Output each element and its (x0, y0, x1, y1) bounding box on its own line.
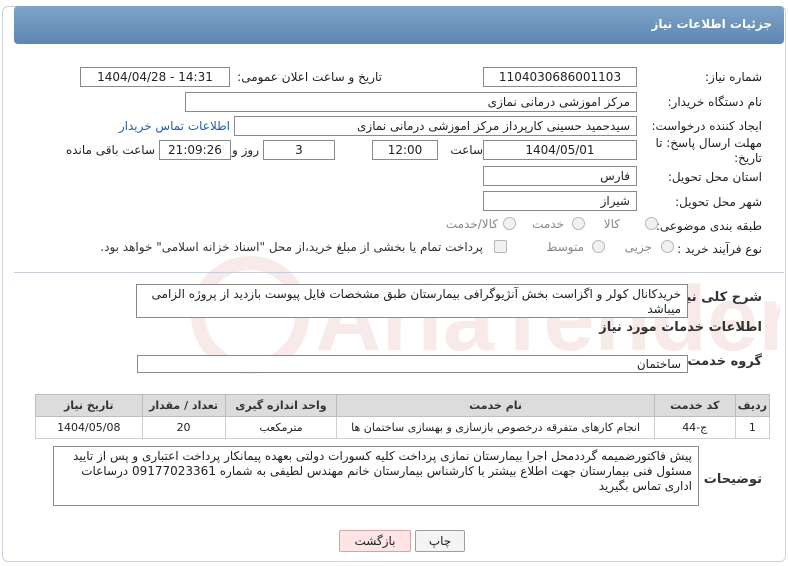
cell-row: 1 (734, 416, 771, 439)
province-label: استان محل تحویل: (667, 170, 762, 184)
page-header: جزئیات اطلاعات نیاز (14, 6, 784, 44)
service-group-label: گروه خدمت: (682, 354, 762, 369)
col-service-code: کد خدمت (653, 394, 736, 417)
deadline-label: مهلت ارسال پاسخ: تا تاریخ: (655, 136, 762, 165)
process-option-medium: متوسط (546, 240, 584, 254)
category-radio-goods[interactable] (645, 217, 658, 230)
treasury-payment-checkbox[interactable] (494, 240, 507, 253)
remaining-time-label: ساعت باقی مانده (65, 143, 155, 157)
col-row: ردیف (734, 394, 771, 417)
cell-need-date: 1404/05/08 (35, 416, 143, 439)
treasury-payment-note: پرداخت تمام یا بخشی از مبلغ خرید،از محل … (100, 240, 483, 254)
announce-label: تاریخ و ساعت اعلان عمومی: (237, 70, 382, 84)
table-header-row: ردیف کد خدمت نام خدمت واحد اندازه گیری ت… (35, 394, 771, 417)
category-option-goods-service: کالا/خدمت (445, 217, 498, 231)
cell-quantity: 20 (141, 416, 226, 439)
remaining-time-field: 21:09:26 (159, 140, 231, 160)
category-label: طبقه بندی موضوعی: (655, 219, 762, 233)
deadline-date-field: 1404/05/01 (483, 140, 637, 160)
days-label: روز و (232, 143, 259, 157)
category-radio-goods-service[interactable] (503, 217, 516, 230)
buyer-contact-link[interactable]: اطلاعات تماس خریدار (119, 119, 230, 133)
col-need-date: تاریخ نیاز (35, 394, 143, 417)
category-option-service: خدمت (532, 217, 564, 231)
need-number-field: 1104030686001103 (483, 67, 637, 87)
col-quantity: تعداد / مقدار (141, 394, 226, 417)
section-divider (14, 272, 784, 273)
process-radio-minor[interactable] (661, 240, 674, 253)
deadline-time-label: ساعت (450, 143, 483, 157)
cell-service-name: انجام کارهای متفرقه درخصوص بازسازی و بهس… (336, 416, 655, 439)
description-textarea: خریدکانال کولر و اگزاست بخش آنژیوگرافی ب… (136, 284, 688, 318)
back-button[interactable]: بازگشت (339, 530, 411, 552)
need-number-label: شماره نیاز: (705, 70, 762, 84)
services-section-title: اطلاعات خدمات مورد نیاز (599, 320, 762, 335)
buyer-org-field: مرکز اموزشی درمانی نمازی (185, 92, 637, 112)
category-radio-service[interactable] (572, 217, 585, 230)
announce-datetime-field: 1404/04/28 - 14:31 (80, 67, 230, 87)
col-unit: واحد اندازه گیری (224, 394, 338, 417)
days-remaining-field: 3 (263, 140, 335, 160)
deadline-time-field: 12:00 (372, 140, 438, 160)
col-service-name: نام خدمت (336, 394, 655, 417)
city-field: شیراز (483, 191, 637, 211)
creator-label: ایجاد کننده درخواست: (651, 119, 762, 133)
cell-service-code: ج-44 (653, 416, 736, 439)
category-option-goods: کالا (603, 217, 620, 231)
buyer-org-label: نام دستگاه خریدار: (667, 95, 763, 109)
province-field: فارس (483, 166, 637, 186)
service-group-field: ساختمان (137, 355, 688, 373)
page-title: جزئیات اطلاعات نیاز (651, 17, 772, 31)
table-row: 1 ج-44 انجام کارهای متفرقه درخصوص بازساز… (35, 416, 771, 439)
services-table: ردیف کد خدمت نام خدمت واحد اندازه گیری ت… (35, 394, 771, 439)
creator-field: سیدحمید حسینی کارپرداز مرکز اموزشی درمان… (234, 116, 637, 136)
process-radio-medium[interactable] (592, 240, 605, 253)
city-label: شهر محل تحویل: (675, 195, 762, 209)
print-button[interactable]: چاپ (415, 530, 465, 552)
buyer-notes-textarea: پیش فاکتورضمیمه گرددمحل اجرا بیمارستان ن… (53, 446, 699, 506)
process-option-minor: جزیی (624, 240, 652, 254)
cell-unit: مترمکعب (224, 416, 338, 439)
process-label: نوع فرآیند خرید : (677, 242, 762, 256)
